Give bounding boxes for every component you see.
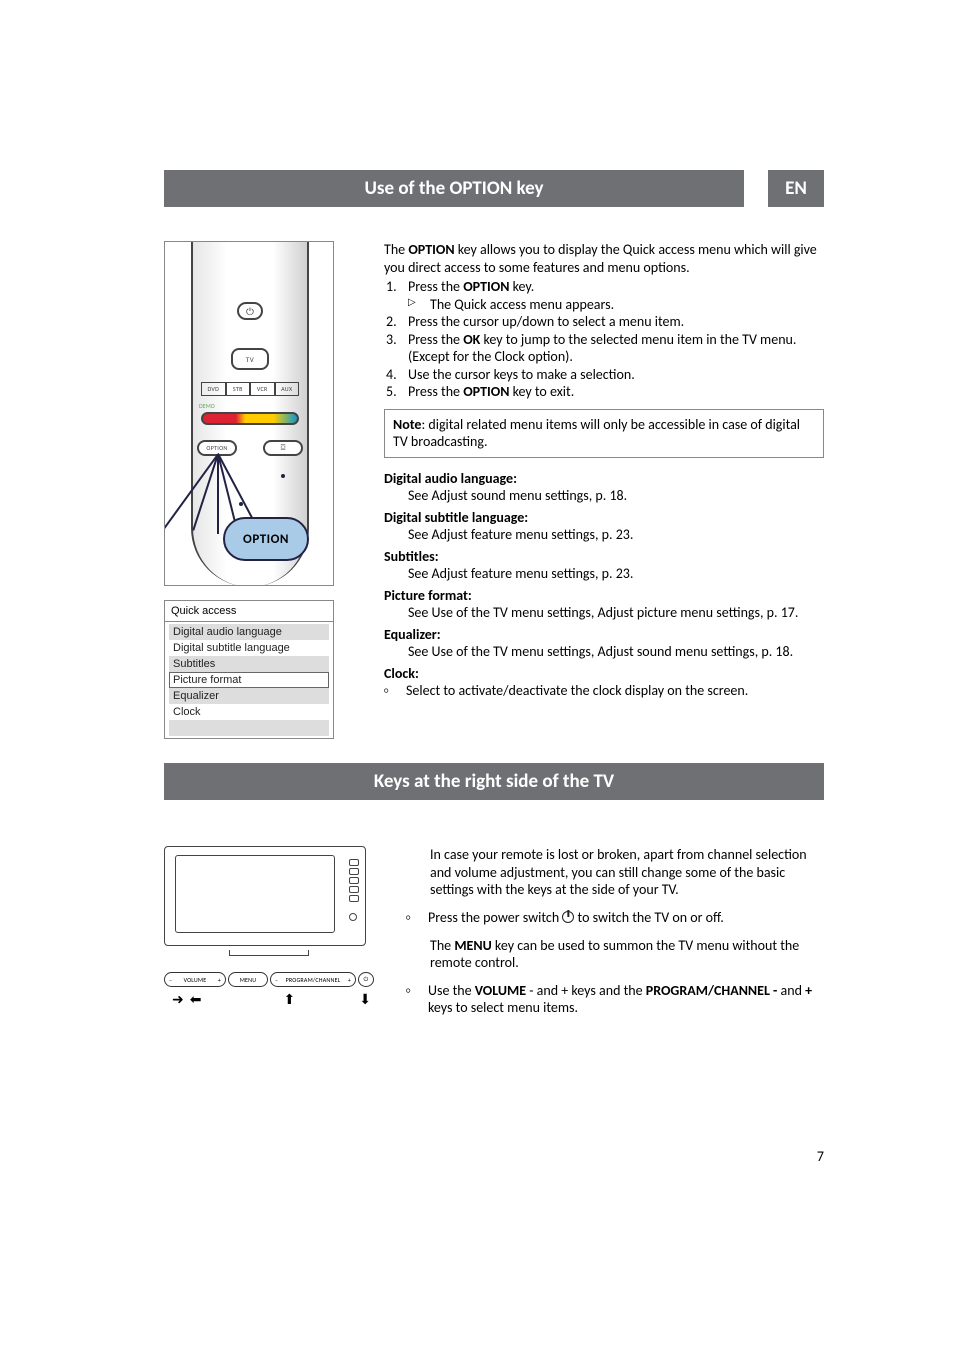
feature-heading: Clock:: [384, 665, 824, 683]
src-dvd: DVD: [201, 382, 226, 396]
step-num: 1.: [386, 278, 408, 296]
tv-button-icon: TV: [231, 348, 269, 370]
section-title-option-key: Use of the OPTION key: [164, 170, 744, 207]
step-num: 3.: [386, 331, 408, 366]
qa-item: Digital subtitle language: [169, 640, 329, 656]
substep-mark-icon: ▷: [408, 296, 430, 314]
feature-body: See Use of the TV menu settings, Adjust …: [384, 604, 824, 622]
menu-pill: MENU: [228, 972, 268, 987]
qa-item: Clock: [169, 704, 329, 720]
side-keys-text: In case your remote is lost or broken, a…: [406, 846, 824, 1017]
bullet-icon: ○: [406, 909, 428, 927]
language-pill: EN: [768, 170, 824, 207]
section-title-side-keys: Keys at the right side of the TV: [164, 763, 824, 800]
power-icon: ⏻: [237, 302, 263, 320]
power-inline-icon: [562, 911, 574, 923]
qa-item: Equalizer: [169, 688, 329, 704]
note-box: Note: digital related menu items will on…: [384, 409, 824, 458]
qa-item: Digital audio language: [169, 624, 329, 640]
qa-item-blank: [169, 720, 329, 736]
color-bar: [201, 412, 299, 425]
option-key-text: The OPTION key allows you to display the…: [384, 241, 824, 739]
src-vcr: VCR: [250, 382, 275, 396]
bullet-icon: ○: [406, 982, 428, 1017]
qa-item-selected: Picture format: [169, 672, 329, 688]
guide-button-icon: ⌼: [263, 440, 303, 456]
arrow-right-icon: ➜: [172, 991, 184, 1008]
src-stb: STB: [226, 382, 251, 396]
arrow-down-icon: ⬇: [359, 991, 371, 1008]
step-num: 2.: [386, 313, 408, 331]
feature-body: Select to activate/deactivate the clock …: [406, 682, 748, 700]
remote-illustration: ⏻ TV DVD STB VCR AUX DEMO OPTION ⌼ OPTIO…: [164, 241, 334, 586]
feature-heading: Picture format:: [384, 587, 824, 605]
feature-body: See Use of the TV menu settings, Adjust …: [384, 643, 824, 661]
feature-body: See Adjust feature menu settings, p. 23.: [384, 526, 824, 544]
page-number: 7: [817, 1148, 824, 1165]
feature-heading: Subtitles:: [384, 548, 824, 566]
step-num: 5.: [386, 383, 408, 401]
quick-access-menu: Quick access Digital audio language Digi…: [164, 600, 334, 739]
feature-heading: Digital audio language:: [384, 470, 824, 488]
program-channel-pill: – PROGRAM/CHANNEL +: [270, 972, 356, 987]
option-callout: OPTION: [223, 517, 309, 561]
feature-heading: Equalizer:: [384, 626, 824, 644]
volume-pill: – VOLUME +: [164, 972, 226, 987]
feature-body: See Adjust feature menu settings, p. 23.: [384, 565, 824, 583]
quick-access-title: Quick access: [165, 601, 333, 622]
side-intro: In case your remote is lost or broken, a…: [406, 846, 824, 899]
src-aux: AUX: [275, 382, 300, 396]
arrow-up-icon: ⬆: [283, 991, 295, 1008]
demo-label: DEMO: [199, 402, 215, 410]
intro-pre: The: [384, 241, 408, 258]
intro-bold: OPTION: [408, 241, 454, 258]
feature-heading: Digital subtitle language:: [384, 509, 824, 527]
power-pill-icon: ⏻: [358, 972, 374, 987]
qa-item: Subtitles: [169, 656, 329, 672]
feature-body: See Adjust sound menu settings, p. 18.: [384, 487, 824, 505]
bullet-icon: ○: [384, 682, 406, 700]
step-num: 4.: [386, 366, 408, 384]
tv-illustration: – VOLUME + MENU – PROGRAM/CHANNEL + ⏻ ➜ …: [164, 846, 374, 1017]
arrow-left-icon: ⬅: [190, 991, 202, 1008]
